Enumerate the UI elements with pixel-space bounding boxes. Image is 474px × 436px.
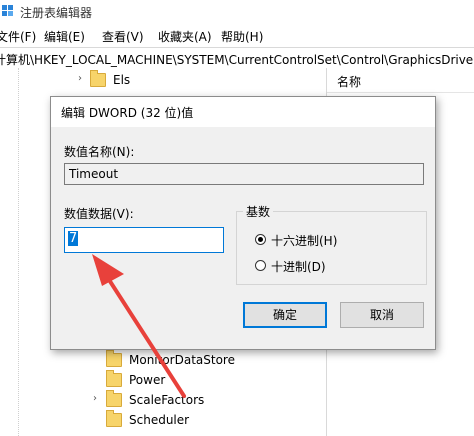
window-title: 注册表编辑器 xyxy=(20,6,93,20)
address-bar[interactable]: 计算机\HKEY_LOCAL_MACHINE\SYSTEM\CurrentCon… xyxy=(0,47,474,69)
tree-item-els[interactable]: Els xyxy=(90,70,130,90)
value-name-field: Timeout xyxy=(64,163,424,185)
menu-file[interactable]: 文件(F) xyxy=(0,28,36,45)
value-data-text: 7 xyxy=(68,231,79,246)
menu-edit[interactable]: 编辑(E) xyxy=(44,28,85,45)
menu-bar: 文件(F) 编辑(E) 查看(V) 收藏夹(A) 帮助(H) xyxy=(0,24,474,46)
base-label: 基数 xyxy=(243,203,274,220)
value-data-label: 数值数据(V): xyxy=(64,207,134,221)
menu-view[interactable]: 查看(V) xyxy=(102,28,144,45)
menu-help[interactable]: 帮助(H) xyxy=(221,28,263,45)
column-header[interactable]: 名称 xyxy=(327,68,474,93)
dialog-title: 编辑 DWORD (32 位)值 xyxy=(61,106,194,120)
dialog-title-bar: 编辑 DWORD (32 位)值 xyxy=(51,97,435,127)
title-bar: 注册表编辑器 xyxy=(0,0,474,24)
tree-item-scheduler[interactable]: Scheduler xyxy=(106,410,189,430)
registry-editor-icon xyxy=(2,5,13,16)
menu-favorites[interactable]: 收藏夹(A) xyxy=(158,28,212,45)
folder-icon xyxy=(90,70,106,87)
column-name-label: 名称 xyxy=(337,75,362,89)
hex-radio-label[interactable]: 十六进制(H) xyxy=(271,232,337,249)
decimal-radio-label[interactable]: 十进制(D) xyxy=(271,258,326,275)
hex-radio[interactable] xyxy=(255,234,266,245)
ok-button[interactable]: 确定 xyxy=(243,302,327,328)
decimal-radio[interactable] xyxy=(255,260,266,271)
cancel-button[interactable]: 取消 xyxy=(340,302,424,328)
expand-icon[interactable]: › xyxy=(78,73,82,84)
tree-guide-line xyxy=(18,68,20,436)
value-name-label: 数值名称(N): xyxy=(64,145,135,159)
value-name-text: Timeout xyxy=(69,167,119,181)
address-path[interactable]: 计算机\HKEY_LOCAL_MACHINE\SYSTEM\CurrentCon… xyxy=(0,51,474,68)
annotation-arrow-icon xyxy=(92,254,186,398)
folder-icon xyxy=(106,410,122,427)
